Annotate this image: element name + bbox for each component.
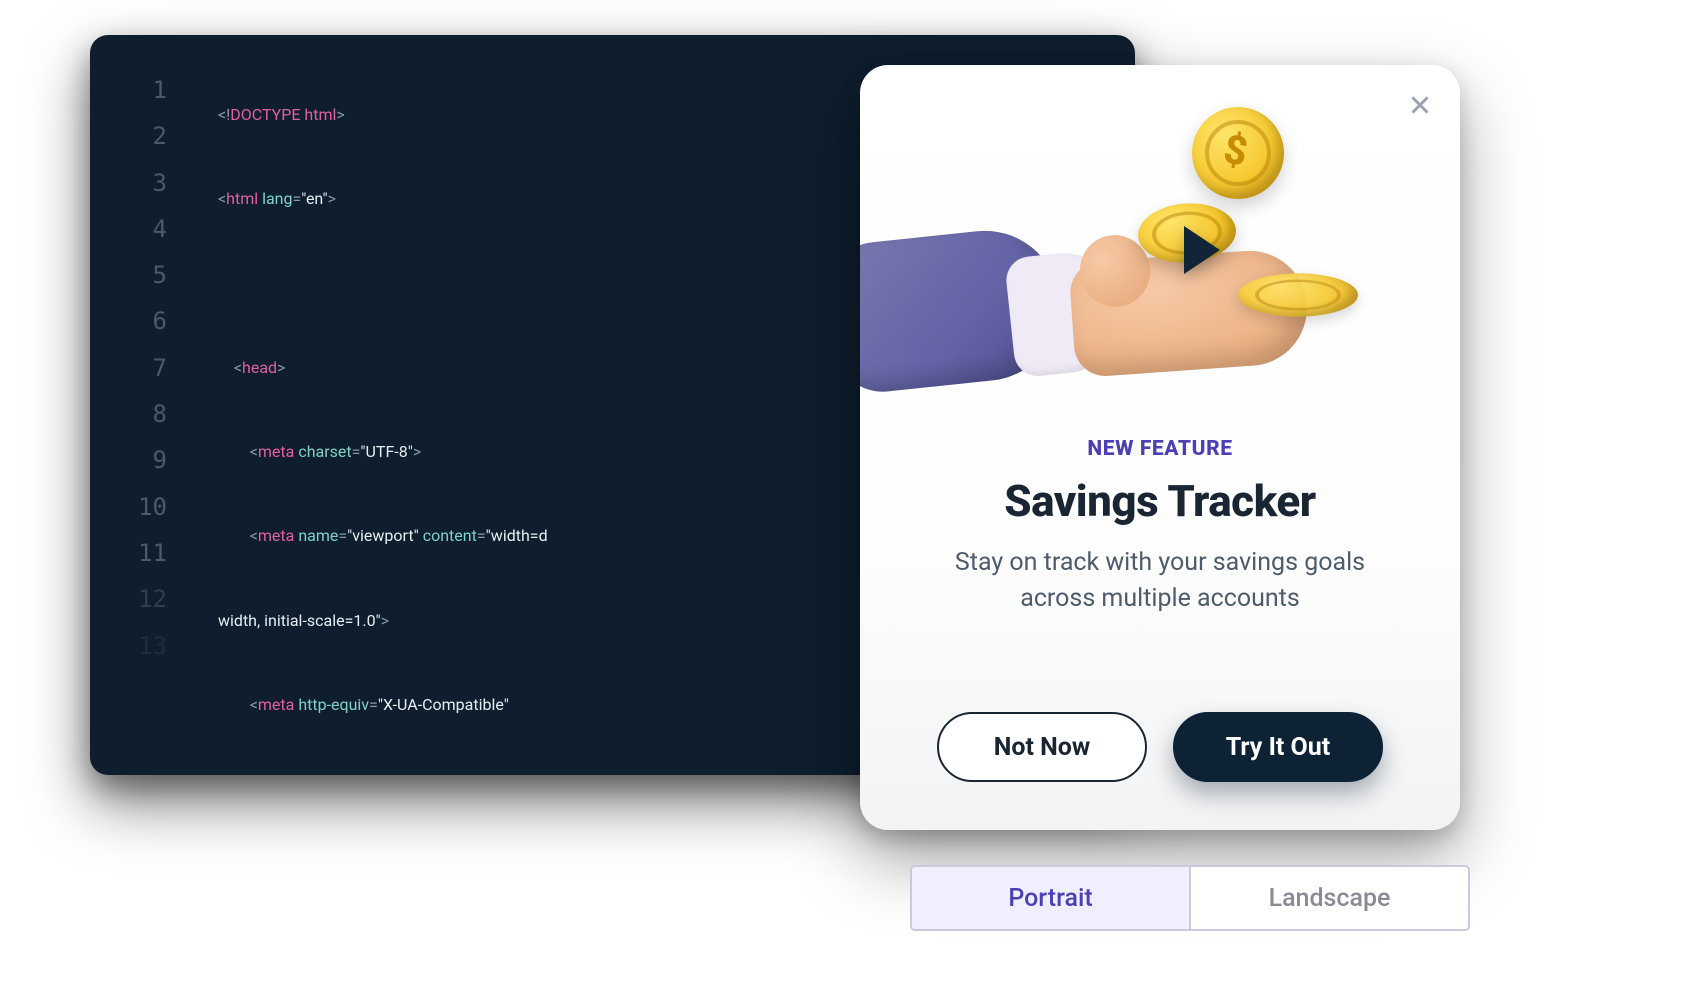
preview-content: NEW FEATURE Savings Tracker Stay on trac… <box>860 437 1460 618</box>
line-number: 2 <box>90 113 167 159</box>
preview-body: Stay on track with your savings goals ac… <box>916 545 1404 618</box>
line-number: 9 <box>90 437 167 483</box>
line-number: 12 <box>90 576 167 622</box>
line-number: 7 <box>90 345 167 391</box>
coin-icon <box>1238 273 1358 316</box>
tab-landscape[interactable]: Landscape <box>1191 867 1468 929</box>
preview-actions: Not Now Try It Out <box>860 712 1460 782</box>
hero-illustration: $ <box>860 95 1460 405</box>
eyebrow-label: NEW FEATURE <box>916 437 1404 461</box>
preview-title: Savings Tracker <box>916 475 1404 527</box>
line-number: 8 <box>90 391 167 437</box>
orientation-toggle: Portrait Landscape <box>910 865 1470 931</box>
not-now-button[interactable]: Not Now <box>937 712 1147 782</box>
line-number: 6 <box>90 298 167 344</box>
line-number: 3 <box>90 160 167 206</box>
line-number-gutter: 1 2 3 4 5 6 7 8 9 10 11 12 13 <box>90 67 195 669</box>
line-number: 13 <box>90 623 167 669</box>
line-number: 10 <box>90 484 167 530</box>
line-number: 1 <box>90 67 167 113</box>
line-number: 4 <box>90 206 167 252</box>
line-number: 11 <box>90 530 167 576</box>
line-number: 5 <box>90 252 167 298</box>
tab-portrait[interactable]: Portrait <box>912 867 1191 929</box>
preview-card: $ NEW FEATURE Savings Tracker Stay on tr… <box>860 65 1460 830</box>
try-it-out-button[interactable]: Try It Out <box>1173 712 1383 782</box>
play-icon[interactable] <box>1184 226 1220 274</box>
